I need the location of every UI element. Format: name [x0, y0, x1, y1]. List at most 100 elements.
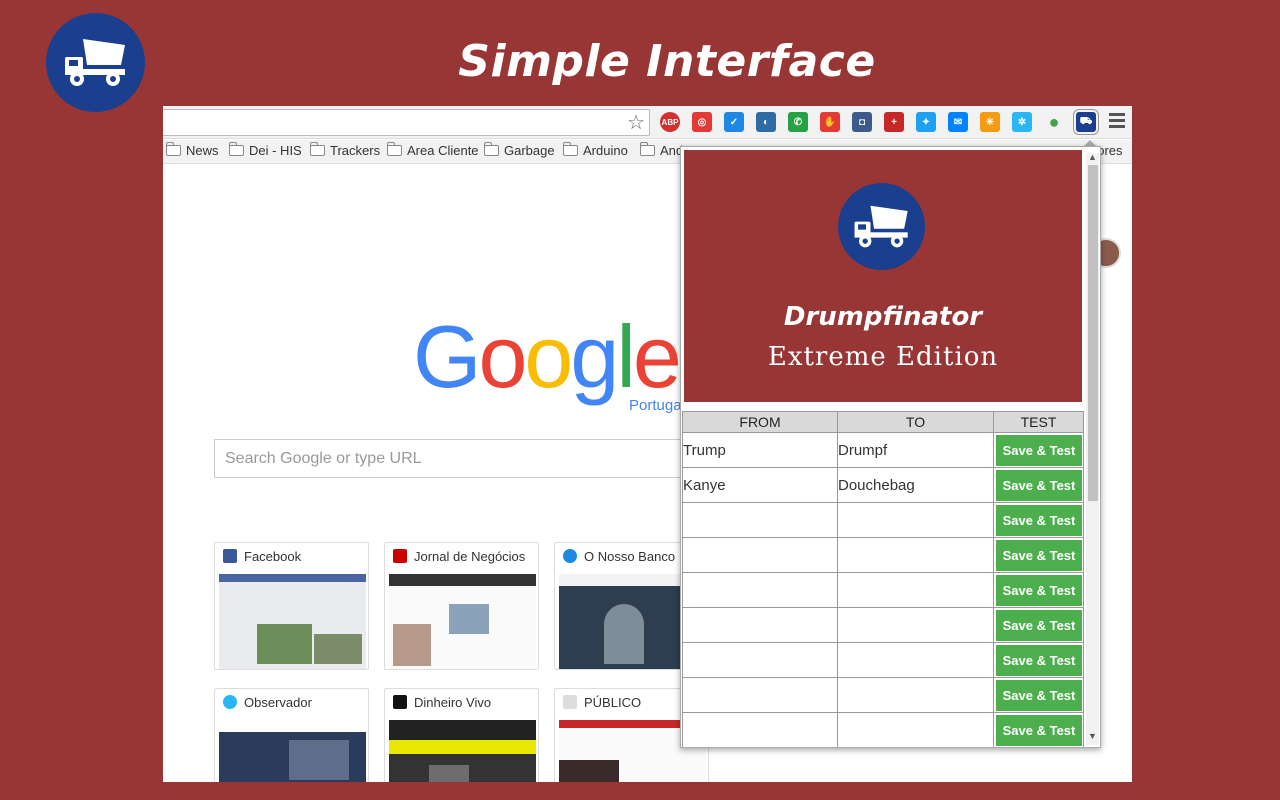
- test-cell: Save & Test: [993, 432, 1084, 468]
- extension-popup: Drumpfinator Extreme Edition FROM TO TES…: [680, 146, 1101, 748]
- scroll-down-icon[interactable]: ▼: [1088, 731, 1097, 741]
- observador-icon: [223, 695, 237, 709]
- rule-row: Trump Drumpf Save & Test: [682, 432, 1084, 468]
- to-field[interactable]: Drumpf: [837, 432, 994, 468]
- tile-observador[interactable]: Observador: [214, 688, 369, 782]
- tile-label: Observador: [244, 694, 312, 710]
- bookmark-label: Trackers: [330, 143, 381, 158]
- tile-label: Dinheiro Vivo: [414, 694, 492, 710]
- save-test-button[interactable]: Save & Test: [996, 434, 1082, 466]
- to-field[interactable]: [837, 712, 994, 747]
- slide-headline: Simple Interface: [458, 36, 876, 87]
- bookmark-item[interactable]: Arduino: [563, 142, 628, 158]
- tile-jornal-de-negocios[interactable]: Jornal de Negócios: [384, 542, 539, 670]
- bookmark-item[interactable]: Trackers: [310, 142, 381, 158]
- from-field[interactable]: [682, 677, 838, 713]
- tile-dinheiro-vivo[interactable]: Dinheiro Vivo: [384, 688, 539, 782]
- save-test-button[interactable]: Save & Test: [996, 469, 1082, 501]
- to-field[interactable]: [837, 537, 994, 573]
- address-bar[interactable]: ☆: [163, 109, 650, 136]
- to-field[interactable]: [837, 502, 994, 538]
- twitter-icon[interactable]: ✦: [916, 112, 936, 132]
- bookmark-label: News: [186, 143, 219, 158]
- rule-row: Save & Test: [682, 642, 1084, 678]
- scroll-up-icon[interactable]: ▲: [1088, 152, 1097, 162]
- color-icon[interactable]: ✳: [980, 112, 1000, 132]
- folder-icon: [563, 142, 578, 156]
- from-field[interactable]: [682, 642, 838, 678]
- save-test-button[interactable]: Save & Test: [996, 714, 1082, 746]
- save-test-button[interactable]: Save & Test: [996, 504, 1082, 536]
- popup-banner: Drumpfinator Extreme Edition: [684, 150, 1082, 402]
- from-field[interactable]: [682, 537, 838, 573]
- column-header-test: TEST: [993, 411, 1084, 433]
- save-test-button[interactable]: Save & Test: [996, 539, 1082, 571]
- rule-row: Kanye Douchebag Save & Test: [682, 467, 1084, 503]
- menu-icon[interactable]: [1109, 113, 1125, 131]
- from-field[interactable]: [682, 572, 838, 608]
- stop-hand-icon[interactable]: ✋: [820, 112, 840, 132]
- save-test-button[interactable]: Save & Test: [996, 644, 1082, 676]
- browser-toolbar: ☆ ABP ◎ ✓ ◐ ✆ ✋ ◘ + ✦ ✉ ✳ ✲ ● ⛟: [163, 106, 1132, 139]
- save-test-button[interactable]: Save & Test: [996, 574, 1082, 606]
- evernote-icon[interactable]: ●: [1044, 112, 1064, 132]
- popup-scrollbar[interactable]: ▲ ▼: [1086, 152, 1099, 745]
- search-input[interactable]: Search Google or type URL: [214, 439, 734, 478]
- google-logo: Google: [413, 307, 682, 406]
- save-test-button[interactable]: Save & Test: [996, 679, 1082, 711]
- test-cell: Save & Test: [993, 502, 1084, 538]
- rule-row: Save & Test: [682, 572, 1084, 608]
- to-field[interactable]: [837, 642, 994, 678]
- folder-icon: [484, 142, 499, 156]
- to-field[interactable]: [837, 677, 994, 713]
- rule-row: Save & Test: [682, 537, 1084, 573]
- chart-icon[interactable]: ✓: [724, 112, 744, 132]
- scrollbar-thumb[interactable]: [1088, 165, 1098, 501]
- test-cell: Save & Test: [993, 537, 1084, 573]
- bookmark-star-icon[interactable]: ☆: [627, 111, 645, 135]
- tile-label: O Nosso Banco: [584, 548, 676, 564]
- tile-label: PÚBLICO: [584, 694, 642, 710]
- save-test-button[interactable]: Save & Test: [996, 609, 1082, 641]
- publico-icon: [563, 695, 577, 709]
- network-icon[interactable]: ✲: [1012, 112, 1032, 132]
- from-field[interactable]: [682, 607, 838, 643]
- to-field[interactable]: [837, 572, 994, 608]
- bookmark-label: Area Cliente: [407, 143, 479, 158]
- test-cell: Save & Test: [993, 677, 1084, 713]
- replacement-table: FROM TO TEST Trump Drumpf Save & Test Kanye…: [682, 411, 1084, 747]
- to-field[interactable]: [837, 607, 994, 643]
- facebook-icon: [223, 549, 237, 563]
- tile-facebook[interactable]: Facebook: [214, 542, 369, 670]
- rule-row: Save & Test: [682, 502, 1084, 538]
- test-cell: Save & Test: [993, 572, 1084, 608]
- column-header-to: TO: [837, 411, 994, 433]
- bookmark-item[interactable]: Area Cliente: [387, 142, 479, 158]
- whatsapp-icon[interactable]: ✆: [788, 112, 808, 132]
- from-field[interactable]: Kanye: [682, 467, 838, 503]
- messenger-icon[interactable]: ✉: [948, 112, 968, 132]
- bookmark-label: Arduino: [583, 143, 628, 158]
- bookmark-item[interactable]: And: [640, 142, 683, 158]
- from-field[interactable]: Trump: [682, 432, 838, 468]
- rule-row: Save & Test: [682, 677, 1084, 713]
- banco-icon: [563, 549, 577, 563]
- bookmark-item[interactable]: News: [166, 142, 219, 158]
- drumpfinator-icon[interactable]: ⛟: [1073, 109, 1099, 135]
- adobe-icon[interactable]: ◎: [692, 112, 712, 132]
- from-field[interactable]: [682, 712, 838, 747]
- instagram-icon[interactable]: ◘: [852, 112, 872, 132]
- bookmark-item[interactable]: Garbage: [484, 142, 555, 158]
- from-field[interactable]: [682, 502, 838, 538]
- to-field[interactable]: Douchebag: [837, 467, 994, 503]
- browser-icon[interactable]: ◐: [756, 112, 776, 132]
- popup-subtitle: Extreme Edition: [767, 342, 999, 372]
- bookmark-item[interactable]: Dei - HIS: [229, 142, 302, 158]
- test-cell: Save & Test: [993, 607, 1084, 643]
- test-cell: Save & Test: [993, 712, 1084, 747]
- tile-label: Jornal de Negócios: [414, 548, 526, 564]
- plus-icon[interactable]: +: [884, 112, 904, 132]
- adblock-icon[interactable]: ABP: [660, 112, 680, 132]
- google-region-label: Portugal: [629, 397, 685, 414]
- promo-slide: Simple Interface ☆ ABP ◎ ✓ ◐ ✆ ✋ ◘ + ✦ ✉ ✳ ✲ ● ⛟ News…: [0, 0, 1280, 800]
